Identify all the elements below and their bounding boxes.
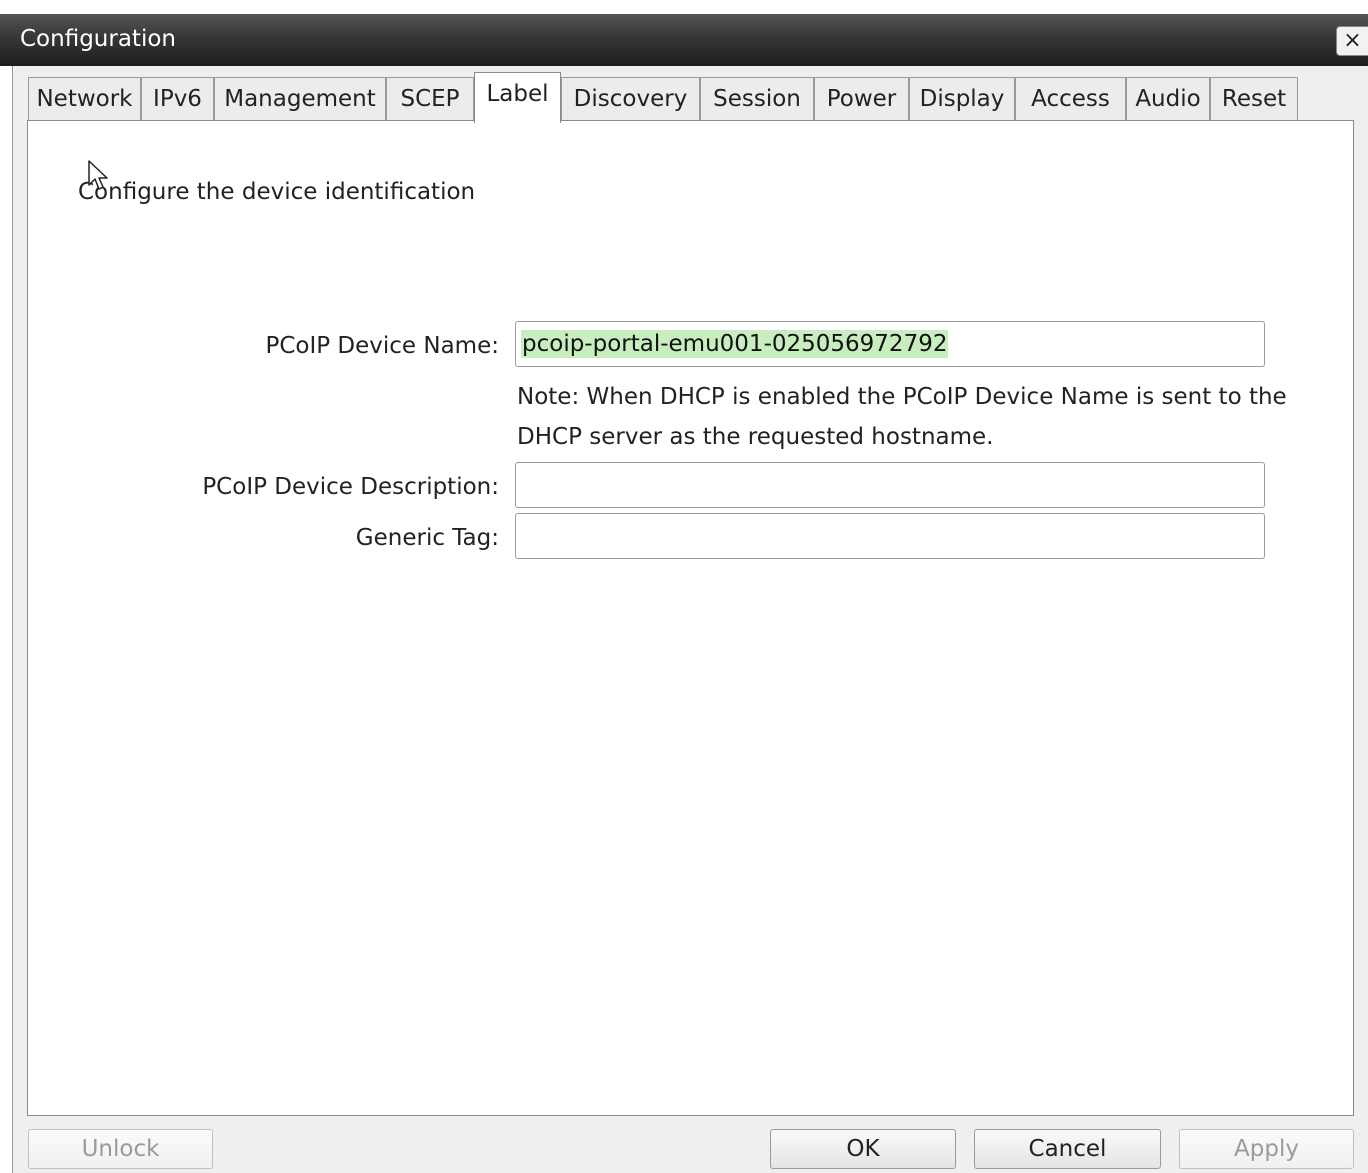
tab-discovery[interactable]: Discovery <box>561 77 700 121</box>
generic-tag-input[interactable] <box>515 513 1265 559</box>
window-title: Configuration <box>20 26 176 52</box>
tab-network[interactable]: Network <box>28 77 141 121</box>
window-titlebar: Configuration × <box>0 14 1368 66</box>
generic-tag-label: Generic Tag: <box>355 525 499 551</box>
unlock-button[interactable]: Unlock <box>28 1129 213 1169</box>
dhcp-note: Note: When DHCP is enabled the PCoIP Dev… <box>517 384 1287 450</box>
apply-button[interactable]: Apply <box>1179 1129 1354 1169</box>
tab-power[interactable]: Power <box>814 77 909 121</box>
tab-session[interactable]: Session <box>700 77 814 121</box>
device-name-input[interactable]: pcoip-portal-emu001-025056972792 <box>515 321 1265 367</box>
tab-display[interactable]: Display <box>909 77 1015 121</box>
device-name-label: PCoIP Device Name: <box>265 333 499 359</box>
label-tab-panel: Configure the device identification PCoI… <box>27 120 1354 1116</box>
close-button[interactable]: × <box>1336 26 1368 56</box>
tab-audio[interactable]: Audio <box>1126 77 1210 121</box>
panel-description: Configure the device identification <box>78 179 476 205</box>
ok-button[interactable]: OK <box>770 1129 956 1169</box>
tab-reset[interactable]: Reset <box>1210 77 1298 121</box>
tab-label[interactable]: Label <box>474 72 561 123</box>
cancel-button[interactable]: Cancel <box>974 1129 1161 1169</box>
device-description-label: PCoIP Device Description: <box>202 474 499 500</box>
tab-management[interactable]: Management <box>214 77 386 121</box>
mouse-pointer-icon <box>88 160 108 190</box>
configuration-dialog: Network IPv6 Management SCEP Label Disco… <box>12 66 1368 1173</box>
tab-ipv6[interactable]: IPv6 <box>141 77 214 121</box>
tab-access[interactable]: Access <box>1015 77 1126 121</box>
tab-scep[interactable]: SCEP <box>386 77 474 121</box>
device-description-input[interactable] <box>515 462 1265 508</box>
device-name-value: pcoip-portal-emu001-025056972792 <box>521 330 949 358</box>
